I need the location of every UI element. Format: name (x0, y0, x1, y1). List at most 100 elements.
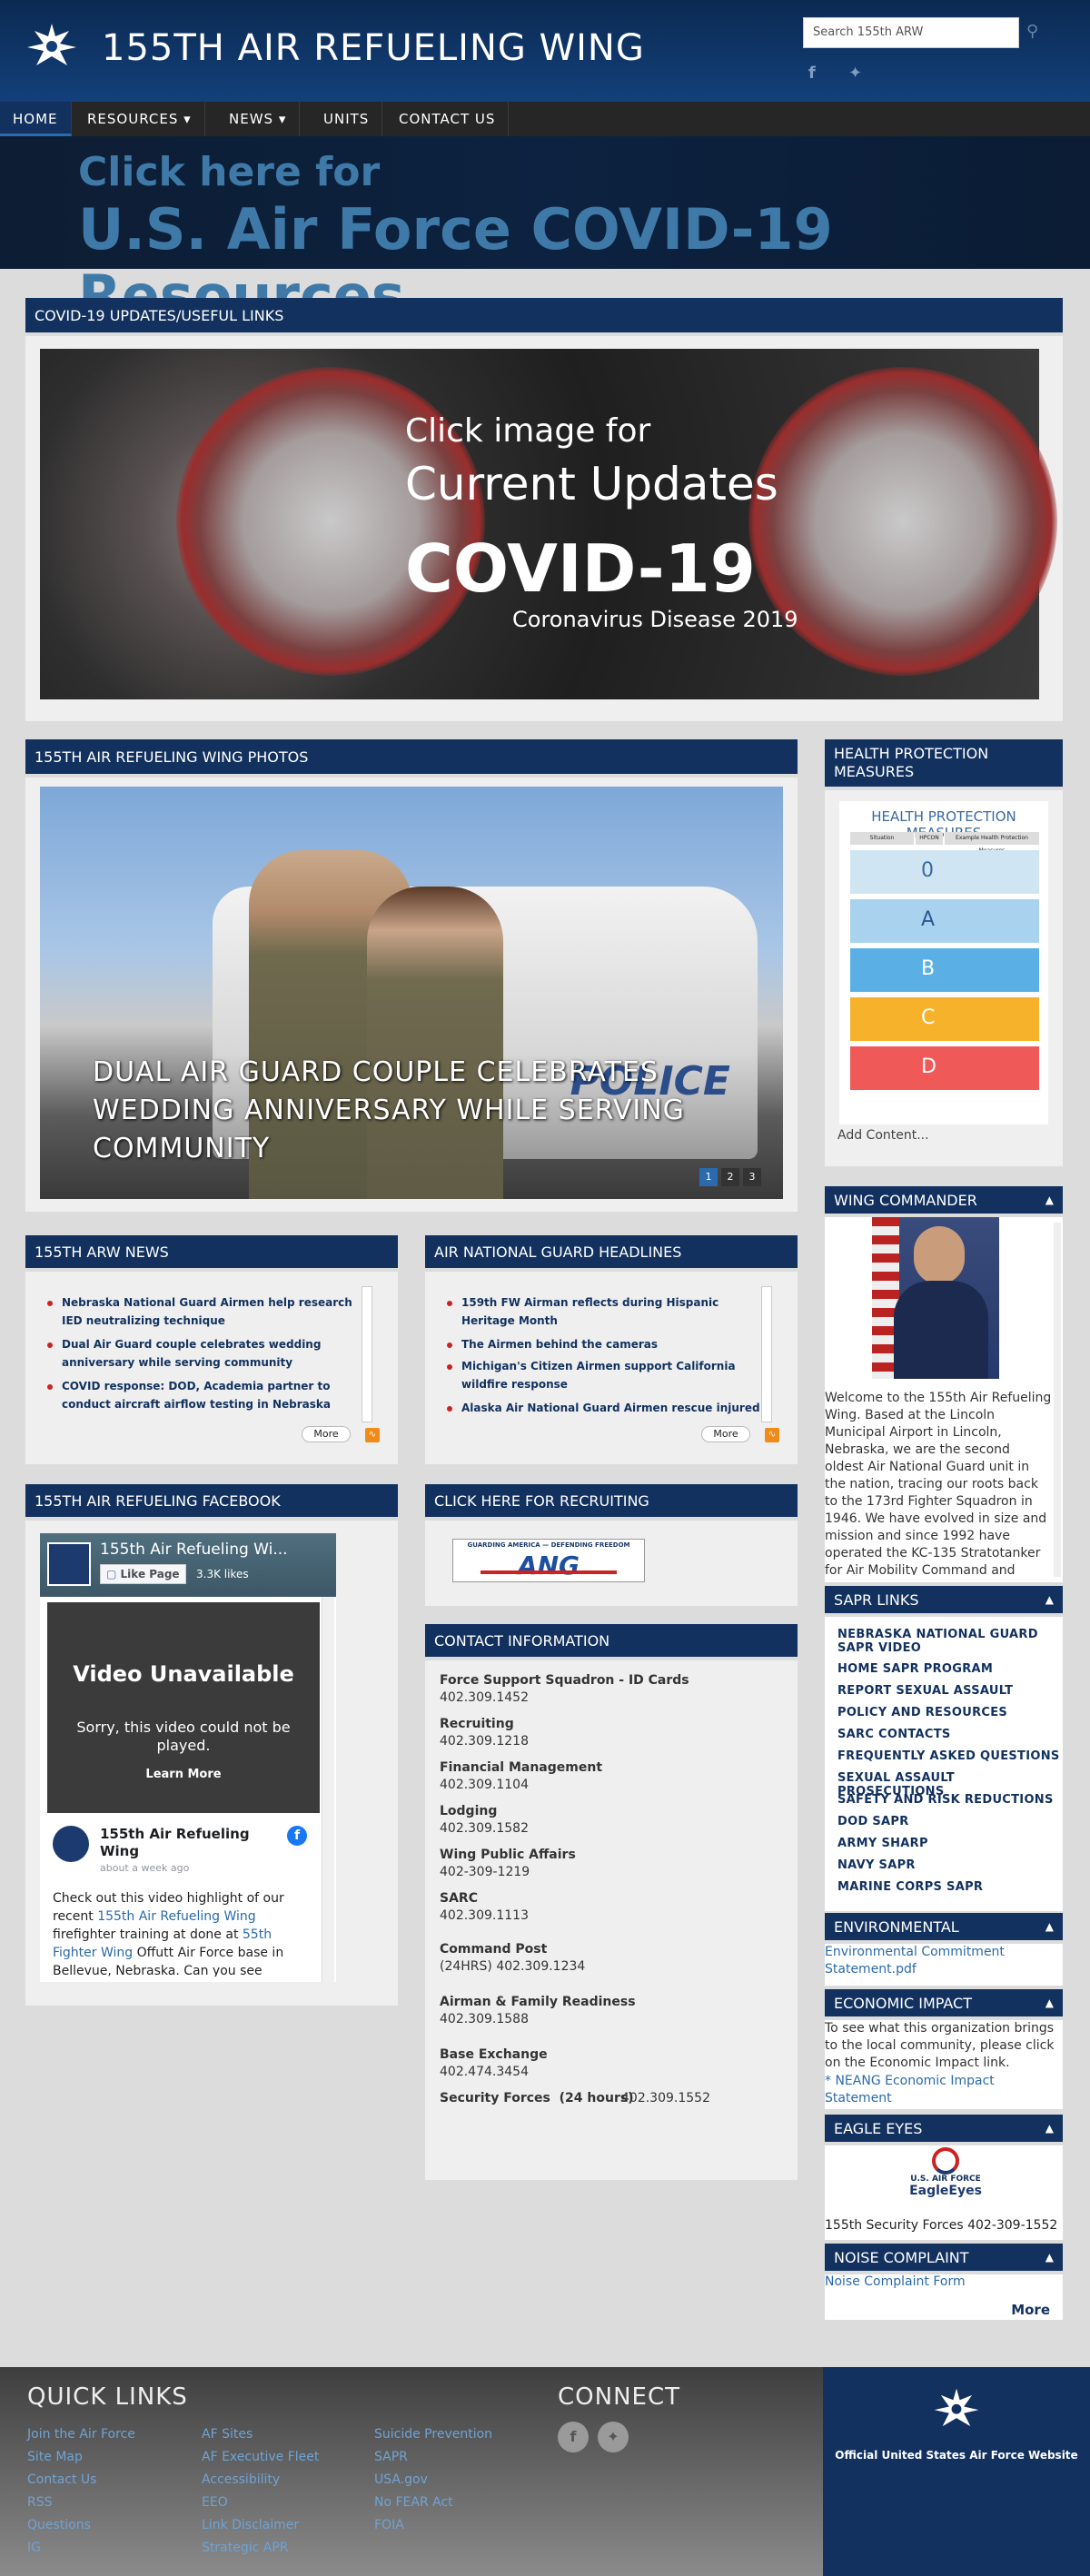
official-website-block[interactable]: Official United States Air Force Website (823, 2367, 1090, 2576)
contact-phone[interactable]: 402.309.1218 (440, 1734, 529, 1749)
collapse-icon[interactable]: ▲ (1045, 1593, 1054, 1606)
like-page-button[interactable]: ▢ Like Page (100, 1564, 186, 1584)
contact-phone[interactable]: 402.309.1113 (440, 1908, 529, 1923)
headline-item[interactable]: Alaska Air National Guard Airmen rescue … (447, 1399, 770, 1417)
recruiting-title[interactable]: CLICK HERE FOR RECRUITING (425, 1484, 798, 1521)
covid-resources-banner[interactable]: Click here for U.S. Air Force COVID-19 R… (0, 136, 1090, 329)
eagle-eyes-logo[interactable]: U.S. AIR FORCE EagleEyes (905, 2147, 986, 2218)
footer-link[interactable]: FOIA (374, 2518, 404, 2532)
headlines-more-button[interactable]: More (701, 1426, 750, 1442)
facebook-scrollbar[interactable] (322, 1597, 334, 1982)
air-force-logo-icon[interactable] (25, 20, 78, 76)
twitter-icon[interactable]: ✦ (848, 64, 862, 83)
footer-link[interactable]: Contact Us (27, 2472, 96, 2487)
facebook-video[interactable]: Video Unavailable Sorry, this video coul… (47, 1602, 320, 1813)
footer-link[interactable]: AF Sites (202, 2427, 253, 2442)
contact-phone[interactable]: 402.309.1588 (440, 2012, 529, 2026)
slide-dot-2[interactable]: 2 (721, 1168, 739, 1186)
sapr-link[interactable]: HOME SAPR PROGRAM (837, 1662, 993, 1676)
covid-updates-image[interactable]: Click image for Current Updates COVID-19… (40, 349, 1057, 699)
footer-link[interactable]: Strategic APR (202, 2541, 288, 2555)
facebook-icon[interactable]: f (808, 64, 816, 83)
footer-link[interactable]: Accessibility (202, 2472, 280, 2487)
headline-item[interactable]: The Airmen behind the cameras (447, 1335, 770, 1353)
rss-icon[interactable]: ∿ (765, 1428, 779, 1442)
slide-dot-3[interactable]: 3 (743, 1168, 761, 1186)
facebook-page-header[interactable]: 155th Air Refueling Wi... ▢ Like Page 3.… (40, 1533, 336, 1597)
noise-more-link[interactable]: More (1011, 2302, 1050, 2318)
post-link-1[interactable]: 155th Air Refueling Wing (97, 1909, 256, 1924)
ang-recruiting-logo[interactable]: GUARDING AMERICA — DEFENDING FREEDOM ANG (452, 1539, 645, 1582)
headlines-scrollbar[interactable] (761, 1286, 772, 1422)
nav-contact-us[interactable]: CONTACT US (386, 102, 510, 136)
sapr-link[interactable]: NAVY SAPR (837, 1858, 916, 1872)
collapse-icon[interactable]: ▲ (1045, 1194, 1054, 1206)
footer-link[interactable]: Join the Air Force (27, 2427, 135, 2442)
post-time[interactable]: about a week ago (100, 1862, 189, 1874)
search-icon[interactable]: ⚲ (1026, 22, 1048, 44)
news-more-button[interactable]: More (302, 1426, 351, 1442)
footer-link[interactable]: EEO (202, 2495, 228, 2510)
nav-news[interactable]: NEWS ▾ (216, 102, 301, 136)
sapr-link[interactable]: DOD SAPR (837, 1815, 909, 1828)
contact-phone[interactable]: 402.309.1104 (440, 1778, 529, 1792)
rss-icon[interactable]: ∿ (365, 1428, 380, 1442)
contact-phone[interactable]: 402.309.1582 (440, 1821, 529, 1836)
contact-phone[interactable]: 402.309.1552 (621, 2091, 710, 2105)
environmental-link[interactable]: Environmental Commitment Statement.pdf (825, 1944, 1052, 1978)
footer-link[interactable]: Questions (27, 2518, 91, 2532)
sapr-link[interactable]: POLICY AND RESOURCES (837, 1706, 1007, 1719)
news-scrollbar[interactable] (362, 1286, 372, 1422)
featured-photo[interactable]: POLICE DUAL AIR GUARD COUPLE CELEBRATES … (40, 787, 783, 1199)
news-item[interactable]: Dual Air Guard couple celebrates wedding… (47, 1335, 371, 1372)
sapr-link[interactable]: ARMY SHARP (837, 1837, 928, 1850)
headline-item[interactable]: 159th FW Airman reflects during Hispanic… (447, 1293, 770, 1330)
facebook-icon[interactable]: f (287, 1826, 307, 1846)
add-content-link[interactable]: Add Content... (837, 1128, 929, 1143)
photo-caption[interactable]: DUAL AIR GUARD COUPLE CELEBRATES WEDDING… (93, 1054, 747, 1168)
post-author[interactable]: 155th Air Refueling Wing (100, 1826, 272, 1860)
collapse-icon[interactable]: ▲ (1045, 1996, 1054, 2009)
facebook-icon[interactable]: f (558, 2422, 589, 2452)
headline-item[interactable]: Michigan's Citizen Airmen support Califo… (447, 1357, 770, 1393)
footer-link[interactable]: SAPR (374, 2450, 408, 2464)
contact-phone[interactable]: 402-309-1219 (440, 1865, 530, 1879)
search-input[interactable]: Search 155th ARW (803, 17, 1019, 48)
contact-phone[interactable]: 402.474.3454 (440, 2065, 529, 2079)
contact-phone[interactable]: (24HRS) 402.309.1234 (440, 1959, 585, 1974)
footer-link[interactable]: Site Map (27, 2450, 83, 2464)
page-avatar (47, 1542, 91, 1586)
nav-resources[interactable]: RESOURCES ▾ (74, 102, 205, 136)
footer-link[interactable]: IG (27, 2541, 41, 2555)
sapr-link[interactable]: NEBRASKA NATIONAL GUARD SAPR VIDEO (837, 1628, 1055, 1655)
noise-complaint-link[interactable]: Noise Complaint Form (825, 2274, 966, 2289)
twitter-icon[interactable]: ✦ (598, 2422, 629, 2452)
health-measures-image[interactable]: HEALTH PROTECTION MEASURES Situation HPC… (839, 801, 1048, 1125)
wing-commander-text: Welcome to the 155th Air Refueling Wing.… (825, 1391, 1052, 1575)
nav-home[interactable]: HOME (0, 102, 72, 136)
learn-more-link[interactable]: Learn More (47, 1768, 320, 1781)
sapr-link[interactable]: SAFETY AND RISK REDUCTIONS (837, 1793, 1054, 1807)
footer-link[interactable]: No FEAR Act (374, 2495, 453, 2510)
sapr-link[interactable]: MARINE CORPS SAPR (837, 1880, 983, 1894)
economic-link[interactable]: * NEANG Economic Impact Statement (825, 2073, 1043, 2107)
collapse-icon[interactable]: ▲ (1045, 2251, 1054, 2264)
footer-link[interactable]: RSS (27, 2495, 53, 2510)
collapse-icon[interactable]: ▲ (1045, 2122, 1054, 2135)
footer-link[interactable]: AF Executive Fleet (202, 2450, 319, 2464)
footer-link[interactable]: Link Disclaimer (202, 2518, 299, 2532)
footer-link[interactable]: USA.gov (374, 2472, 428, 2487)
commander-uniform-graphic (894, 1281, 988, 1379)
sapr-link[interactable]: REPORT SEXUAL ASSAULT (837, 1684, 1013, 1698)
slide-dot-1[interactable]: 1 (699, 1168, 718, 1186)
site-title[interactable]: 155TH AIR REFUELING WING (102, 27, 645, 69)
wing-scrollbar[interactable] (1054, 1223, 1061, 1577)
footer-link[interactable]: Suicide Prevention (374, 2427, 492, 2442)
sapr-link[interactable]: FREQUENTLY ASKED QUESTIONS (837, 1749, 1060, 1763)
collapse-icon[interactable]: ▲ (1045, 1920, 1054, 1933)
sapr-link[interactable]: SARC CONTACTS (837, 1728, 951, 1741)
news-item[interactable]: COVID response: DOD, Academia partner to… (47, 1377, 371, 1413)
contact-phone[interactable]: 402.309.1452 (440, 1690, 529, 1705)
nav-units[interactable]: UNITS (311, 102, 383, 136)
news-item[interactable]: Nebraska National Guard Airmen help rese… (47, 1293, 371, 1330)
